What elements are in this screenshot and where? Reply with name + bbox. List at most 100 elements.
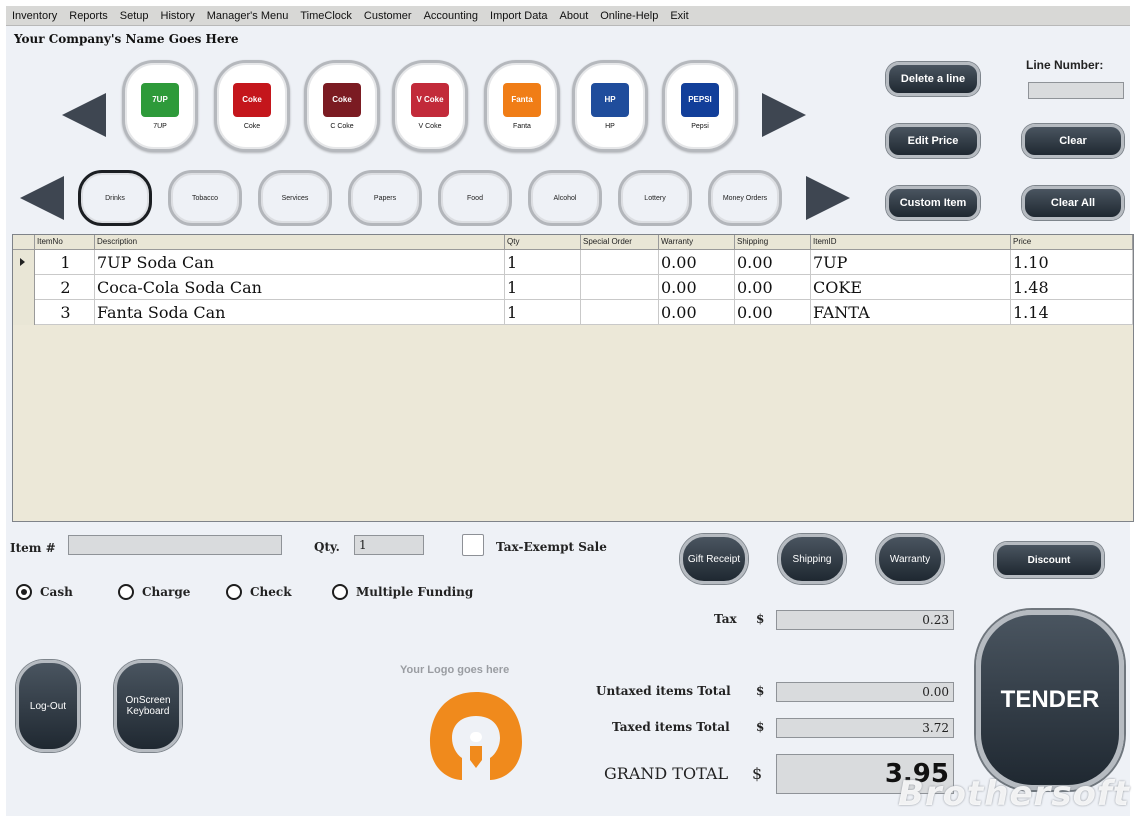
category-tab-drinks[interactable]: Drinks [78,170,152,226]
item-number-input[interactable] [68,535,282,555]
cell-itemno: 3 [35,300,95,325]
category-tab-services[interactable]: Services [258,170,332,226]
product-label: Fanta [513,122,531,130]
cell-qty: 1 [505,300,581,325]
cell-itemid: 7UP [811,250,1011,275]
column-header-shipping[interactable]: Shipping [735,235,811,250]
column-header-itemno[interactable]: ItemNo [35,235,95,250]
menu-item-import-data[interactable]: Import Data [484,10,553,22]
gift-receipt-button[interactable]: Gift Receipt [680,534,748,584]
category-tab-money-orders[interactable]: Money Orders [708,170,782,226]
row-selector[interactable] [13,275,35,300]
product-label: C Coke [330,122,354,130]
categories-next-arrow-icon[interactable] [806,176,850,220]
clear-button[interactable]: Clear [1022,124,1124,158]
product-label: Coke [243,122,261,130]
products-prev-arrow-icon[interactable] [62,93,106,137]
product-button-v-coke[interactable]: V Coke V Coke [392,60,468,152]
payment-label-check: Check [250,585,292,599]
taxed-total-value: 3.72 [776,718,954,738]
tender-button[interactable]: TENDER [976,610,1124,790]
cell-price: 1.48 [1011,275,1133,300]
menu-item-reports[interactable]: Reports [63,10,114,22]
category-tab-papers[interactable]: Papers [348,170,422,226]
menu-item-timeclock[interactable]: TimeClock [294,10,358,22]
cell-special-order [581,275,659,300]
payment-label-charge: Charge [142,585,191,599]
tax-exempt-checkbox[interactable] [462,534,484,556]
menu-item-history[interactable]: History [155,10,201,22]
product-logo-icon: Fanta [503,82,541,117]
cell-shipping: 0.00 [735,300,811,325]
product-button-hp[interactable]: HP HP [572,60,648,152]
product-button-7up[interactable]: 7UP 7UP [122,60,198,152]
clear-all-button[interactable]: Clear All [1022,186,1124,220]
onscreen-keyboard-button[interactable]: OnScreen Keyboard [114,660,182,752]
log-out-button[interactable]: Log-Out [16,660,80,752]
menu-item-exit[interactable]: Exit [664,10,694,22]
product-logo-icon: PEPSI [681,82,719,117]
column-header-description[interactable]: Description [95,235,505,250]
cell-itemno: 2 [35,275,95,300]
column-header-warranty[interactable]: Warranty [659,235,735,250]
logo-placeholder-text: Your Logo goes here [400,664,510,676]
cell-qty: 1 [505,250,581,275]
cell-description: 7UP Soda Can [95,250,505,275]
line-number-field[interactable] [1028,82,1124,99]
custom-item-button[interactable]: Custom Item [886,186,980,220]
product-label: V Coke [418,122,442,130]
column-header-itemid[interactable]: ItemID [811,235,1011,250]
menu-item-online-help[interactable]: Online-Help [594,10,664,22]
column-header-qty[interactable]: Qty [505,235,581,250]
cell-warranty: 0.00 [659,275,735,300]
menu-item-manager-s-menu[interactable]: Manager's Menu [201,10,295,22]
product-label: HP [605,122,615,130]
delete-line-button[interactable]: Delete a line [886,62,980,96]
shipping-button[interactable]: Shipping [778,534,846,584]
menu-item-setup[interactable]: Setup [114,10,155,22]
payment-radio-cash[interactable] [16,584,32,600]
edit-price-button[interactable]: Edit Price [886,124,980,158]
brothersoft-watermark: Brothersoft [898,774,1130,814]
warranty-button[interactable]: Warranty [876,534,944,584]
discount-button[interactable]: Discount [994,542,1104,578]
cell-itemid: FANTA [811,300,1011,325]
cell-shipping: 0.00 [735,275,811,300]
cell-description: Fanta Soda Can [95,300,505,325]
payment-radio-multiple-funding[interactable] [332,584,348,600]
menu-item-inventory[interactable]: Inventory [6,10,63,22]
table-row[interactable]: 3 Fanta Soda Can 1 0.00 0.00 FANTA 1.14 [13,300,1133,325]
product-logo-icon: V Coke [411,82,449,117]
payment-radio-charge[interactable] [118,584,134,600]
category-tab-lottery[interactable]: Lottery [618,170,692,226]
menu-item-accounting[interactable]: Accounting [418,10,484,22]
product-label: 7UP [153,122,167,130]
payment-label-multiple-funding: Multiple Funding [356,585,474,599]
menu-bar: Inventory Reports Setup History Manager's Me… [6,6,1130,26]
menu-item-about[interactable]: About [554,10,595,22]
table-row[interactable]: 2 Coca-Cola Soda Can 1 0.00 0.00 COKE 1.48 [13,275,1133,300]
categories-prev-arrow-icon[interactable] [20,176,64,220]
category-tab-tobacco[interactable]: Tobacco [168,170,242,226]
menu-item-customer[interactable]: Customer [358,10,418,22]
product-button-pepsi[interactable]: PEPSI Pepsi [662,60,738,152]
payment-radio-check[interactable] [226,584,242,600]
product-button-c-coke[interactable]: Coke C Coke [304,60,380,152]
cell-itemid: COKE [811,275,1011,300]
category-tab-food[interactable]: Food [438,170,512,226]
row-selector[interactable] [13,300,35,325]
category-tab-alcohol[interactable]: Alcohol [528,170,602,226]
row-selector[interactable] [13,250,35,275]
table-row[interactable]: 1 7UP Soda Can 1 0.00 0.00 7UP 1.10 [13,250,1133,275]
grand-total-currency: $ [752,764,763,783]
taxed-total-label: Taxed items Total [612,720,730,734]
product-button-fanta[interactable]: Fanta Fanta [484,60,560,152]
payment-label-cash: Cash [40,585,73,599]
column-header-special-order[interactable]: Special Order [581,235,659,250]
column-header-price[interactable]: Price [1011,235,1133,250]
product-button-coke[interactable]: Coke Coke [214,60,290,152]
qty-input[interactable]: 1 [354,535,424,555]
qty-label: Qty. [314,540,340,554]
item-grid: ItemNo Description Qty Special Order Warrant… [12,234,1134,522]
products-next-arrow-icon[interactable] [762,93,806,137]
